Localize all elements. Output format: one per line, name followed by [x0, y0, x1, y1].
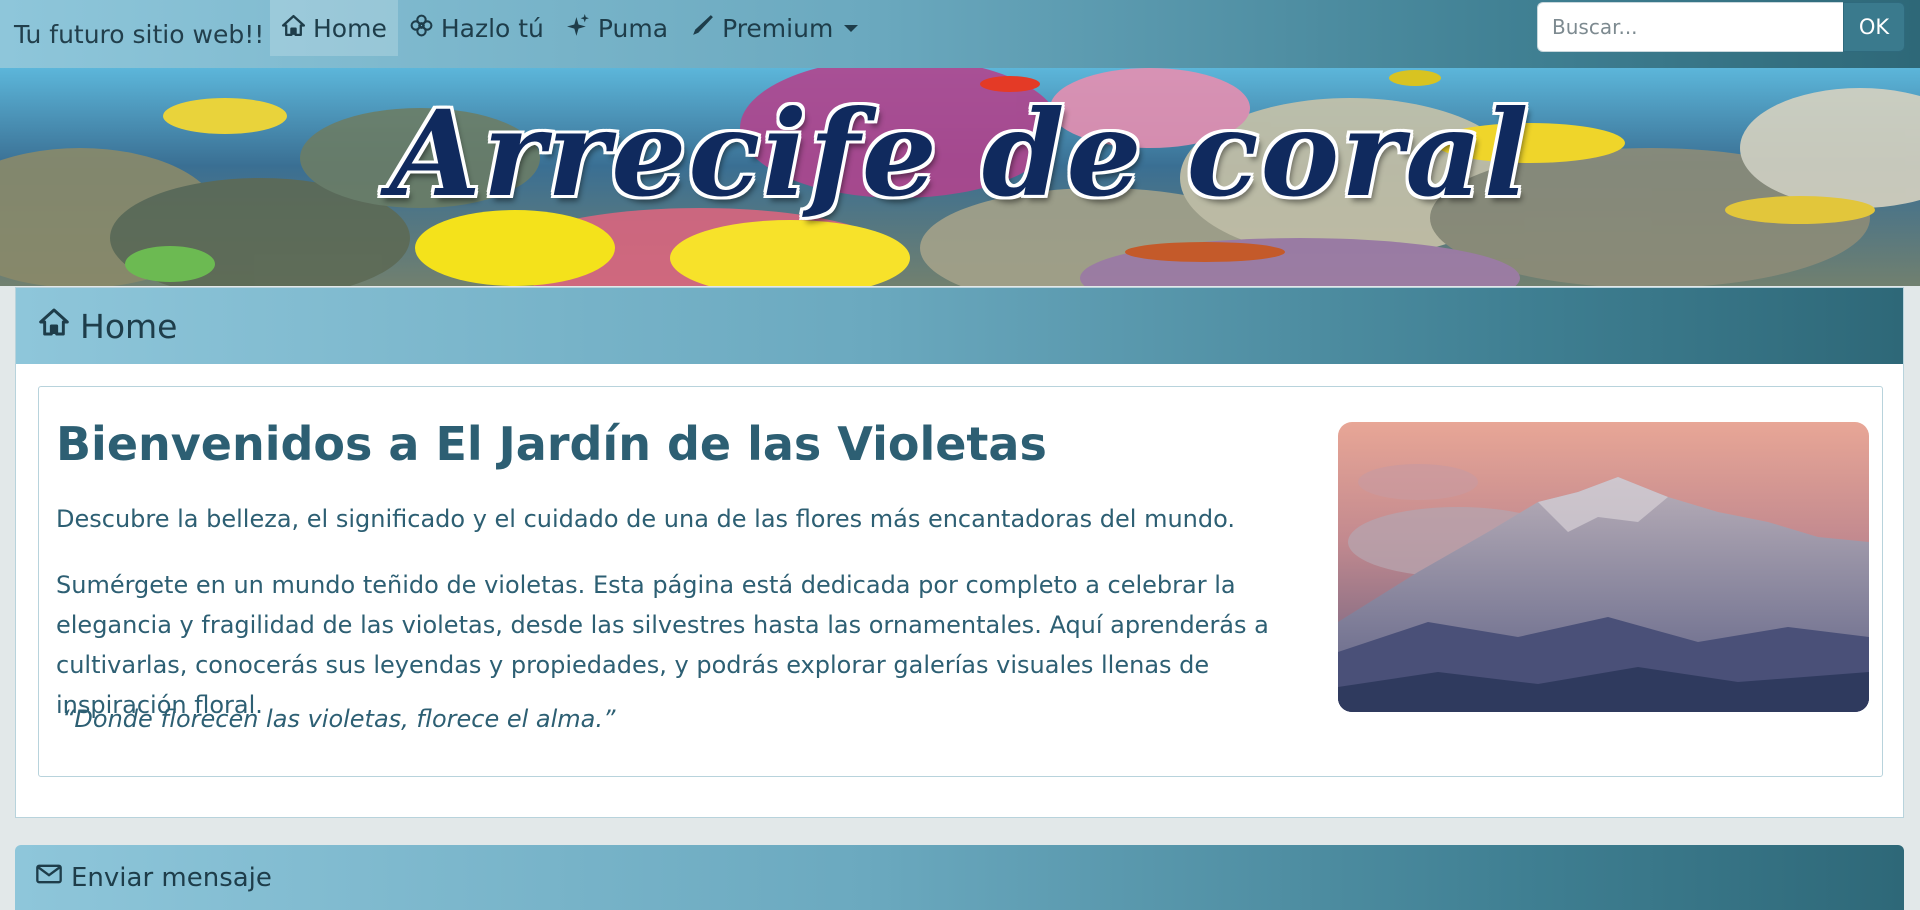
coral-reef-banner: Arrecife de coral	[0, 68, 1920, 286]
chevron-down-icon	[844, 24, 859, 32]
site-brand[interactable]: Tu futuro sitio web!!	[0, 20, 270, 49]
nav-item-puma-label: Puma	[597, 13, 669, 43]
home-card-header: Home	[16, 288, 1903, 364]
envelope-icon	[35, 860, 63, 895]
send-message-title: Enviar mensaje	[71, 862, 272, 893]
house-icon	[281, 13, 306, 44]
nav-item-home-label: Home	[313, 13, 387, 43]
pencil-icon	[690, 13, 715, 44]
welcome-quote: “Donde florecen las violetas, florece el…	[62, 705, 616, 733]
welcome-panel: Bienvenidos a El Jardín de las Violetas …	[38, 386, 1883, 777]
welcome-lead: Descubre la belleza, el significado y el…	[56, 505, 1235, 533]
home-card-title: Home	[80, 306, 178, 346]
flower-icon	[409, 13, 434, 44]
sparkles-icon	[566, 13, 591, 44]
nav-item-premium-label: Premium	[722, 13, 834, 43]
nav-item-home[interactable]: Home	[270, 0, 398, 56]
nav-item-premium-dropdown[interactable]: Premium	[679, 0, 869, 56]
welcome-paragraph: Sumérgete en un mundo teñido de violetas…	[56, 571, 1269, 719]
welcome-heading: Bienvenidos a El Jardín de las Violetas	[56, 417, 1047, 471]
top-navbar: Tu futuro sitio web!! Home Hazlo tú Puma…	[0, 0, 1920, 68]
mountain-image	[1338, 422, 1869, 712]
search-input[interactable]	[1537, 2, 1843, 52]
nav-item-hazlo-tu[interactable]: Hazlo tú	[398, 0, 555, 56]
search-form: OK	[1537, 2, 1905, 52]
house-icon	[38, 306, 70, 346]
nav-item-hazlo-tu-label: Hazlo tú	[440, 13, 544, 43]
home-card: Home Bienvenidos a El Jardín de las Viol…	[15, 287, 1904, 818]
send-message-card-header[interactable]: Enviar mensaje	[15, 845, 1904, 910]
nav-item-puma[interactable]: Puma	[555, 0, 679, 56]
banner-title: Arrecife de coral	[389, 84, 1531, 223]
search-button[interactable]: OK	[1843, 2, 1905, 52]
